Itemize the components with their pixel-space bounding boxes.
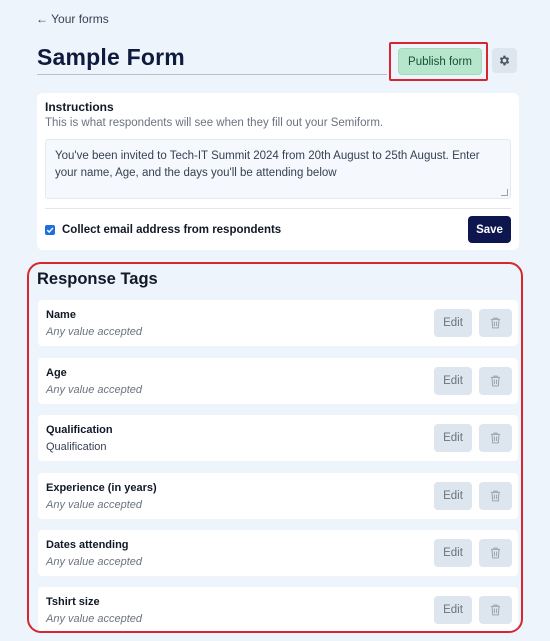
trash-icon — [490, 432, 501, 444]
tag-row: Tshirt size Any value accepted Edit — [38, 587, 518, 631]
edit-button[interactable]: Edit — [434, 424, 472, 452]
title-underline — [37, 74, 387, 75]
tag-name: Age — [46, 367, 67, 379]
instructions-textarea[interactable]: You've been invited to Tech-IT Summit 20… — [45, 139, 511, 199]
tag-name: Experience (in years) — [46, 482, 157, 494]
instructions-card: Instructions This is what respondents wi… — [37, 93, 519, 250]
delete-button[interactable] — [479, 539, 512, 567]
tag-name: Dates attending — [46, 539, 129, 551]
delete-button[interactable] — [479, 424, 512, 452]
tag-value: Any value accepted — [46, 384, 143, 396]
tag-value: Any value accepted — [46, 556, 143, 568]
card-divider — [45, 208, 511, 209]
instructions-subheading: This is what respondents will see when t… — [45, 117, 384, 129]
trash-icon — [490, 604, 501, 616]
tag-row: Dates attending Any value accepted Edit — [38, 530, 518, 576]
tag-value: Any value accepted — [46, 499, 143, 511]
edit-button[interactable]: Edit — [434, 596, 472, 624]
tag-name: Name — [46, 309, 76, 321]
delete-button[interactable] — [479, 367, 512, 395]
tag-row: Qualification Qualification Edit — [38, 415, 518, 461]
edit-button[interactable]: Edit — [434, 482, 472, 510]
tag-value: Any value accepted — [46, 613, 143, 625]
trash-icon — [490, 375, 501, 387]
delete-button[interactable] — [479, 482, 512, 510]
tag-row: Age Any value accepted Edit — [38, 358, 518, 404]
trash-icon — [490, 317, 501, 329]
trash-icon — [490, 547, 501, 559]
publish-form-button[interactable]: Publish form — [398, 48, 482, 75]
tag-value: Qualification — [46, 441, 107, 453]
tag-name: Tshirt size — [46, 596, 100, 608]
delete-button[interactable] — [479, 309, 512, 337]
collect-email-row[interactable]: Collect email address from respondents — [45, 224, 281, 236]
trash-icon — [490, 490, 501, 502]
collect-email-label[interactable]: Collect email address from respondents — [62, 224, 281, 236]
resize-handle-icon[interactable] — [501, 189, 508, 196]
edit-button[interactable]: Edit — [434, 539, 472, 567]
response-tags-panel: Response Tags Name Any value accepted Ed… — [27, 262, 523, 633]
delete-button[interactable] — [479, 596, 512, 624]
edit-button[interactable]: Edit — [434, 367, 472, 395]
edit-button[interactable]: Edit — [434, 309, 472, 337]
back-to-forms-link[interactable]: ← Your forms — [36, 12, 109, 26]
instructions-heading: Instructions — [45, 100, 114, 114]
response-tags-title: Response Tags — [37, 270, 158, 288]
back-link-label[interactable]: ← Your forms — [36, 12, 109, 26]
collect-email-checkbox[interactable] — [45, 225, 55, 235]
page-title[interactable]: Sample Form — [37, 44, 185, 71]
tag-name: Qualification — [46, 424, 113, 436]
tag-value: Any value accepted — [46, 326, 143, 338]
instructions-text: You've been invited to Tech-IT Summit 20… — [55, 150, 480, 179]
save-button[interactable]: Save — [468, 216, 511, 243]
gear-icon — [499, 55, 510, 66]
tag-row: Experience (in years) Any value accepted… — [38, 473, 518, 519]
settings-button[interactable] — [492, 48, 517, 73]
tag-row: Name Any value accepted Edit — [38, 300, 518, 346]
check-icon — [46, 227, 54, 234]
